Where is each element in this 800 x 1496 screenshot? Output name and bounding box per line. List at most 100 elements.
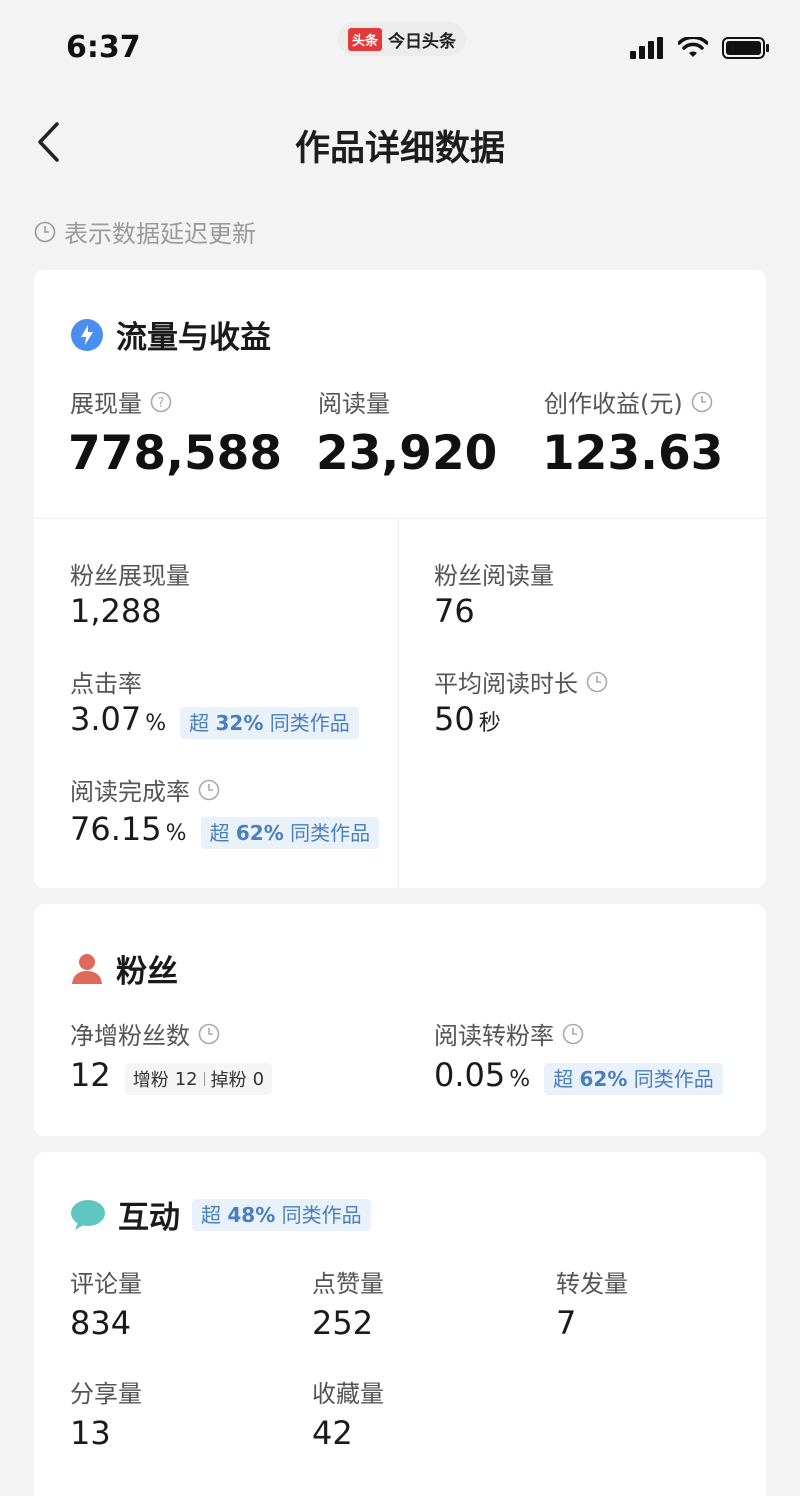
ctr-value: 3.07 xyxy=(70,700,142,738)
likes-value-row: 252 xyxy=(312,1304,373,1342)
delay-note-text: 表示数据延迟更新 xyxy=(64,220,256,248)
person-icon xyxy=(72,953,102,984)
favorites-value: 42 xyxy=(312,1414,353,1452)
app-logo: 头条 xyxy=(348,27,383,51)
impressions-label-row: 展现量 ? xyxy=(70,384,172,419)
traffic-title-row: 流量与收益 xyxy=(70,312,271,357)
avg-read-time-value: 50 xyxy=(434,700,475,738)
interaction-card: 互动 超 48% 同类作品 评论量 834 点赞量 252 转发量 7 分享量 … xyxy=(34,1152,766,1496)
badge-percent: 32% xyxy=(215,711,264,735)
badge-prefix: 超 xyxy=(553,1067,574,1091)
gain-label: 增粉 xyxy=(132,1070,169,1091)
ctr-label: 点击率 xyxy=(70,670,142,698)
status-app-pill: 头条 今日头条 xyxy=(338,22,467,56)
badge-prefix: 超 xyxy=(201,1202,221,1227)
impressions-value: 778,588 xyxy=(68,426,283,481)
clock-icon xyxy=(198,779,220,800)
clock-icon xyxy=(198,1023,220,1044)
completion-label-row: 阅读完成率 xyxy=(70,772,220,807)
likes-label-row: 点赞量 xyxy=(312,1264,384,1299)
divider xyxy=(34,518,766,519)
conversion-label-row: 阅读转粉率 xyxy=(434,1016,584,1051)
gain-value: 12 xyxy=(174,1068,198,1090)
fans-title: 粉丝 xyxy=(116,954,178,990)
badge-prefix: 超 xyxy=(189,711,210,735)
battery-icon xyxy=(722,37,769,59)
earnings-label-row: 创作收益(元) xyxy=(544,384,713,419)
reposts-value-row: 7 xyxy=(556,1304,576,1342)
comments-label-row: 评论量 xyxy=(70,1264,142,1299)
svg-text:?: ? xyxy=(158,396,165,411)
net-growth-value-row: 12 增粉 12 掉粉 0 xyxy=(70,1056,273,1095)
favorites-value-row: 42 xyxy=(312,1414,353,1452)
clock-icon xyxy=(562,1023,584,1044)
traffic-card: 流量与收益 展现量 ? 778,588 阅读量 23,920 创作收益(元) 1… xyxy=(34,270,766,888)
conversion-value: 0.05 xyxy=(434,1056,506,1094)
conversion-value-row: 0.05% 超 62% 同类作品 xyxy=(434,1056,723,1095)
fan-impressions-value: 1,288 xyxy=(70,592,162,630)
fans-title-row: 粉丝 xyxy=(70,946,178,991)
badge-percent: 62% xyxy=(579,1067,628,1091)
completion-badge: 超 62% 同类作品 xyxy=(200,817,380,849)
loss-value: 0 xyxy=(252,1068,265,1090)
shares-label: 分享量 xyxy=(70,1380,142,1408)
reads-label: 阅读量 xyxy=(318,390,390,418)
reads-label-row: 阅读量 xyxy=(318,384,390,419)
net-growth-label-row: 净增粉丝数 xyxy=(70,1016,220,1051)
chevron-left-icon xyxy=(38,122,59,162)
reposts-label: 转发量 xyxy=(556,1270,628,1298)
avg-read-time-label-row: 平均阅读时长 xyxy=(434,664,608,699)
status-bar: 6:37 头条 今日头条 xyxy=(0,0,800,92)
clock-icon xyxy=(691,391,713,412)
comments-label: 评论量 xyxy=(70,1270,142,1298)
shares-value-row: 13 xyxy=(70,1414,111,1452)
fan-impressions-label: 粉丝展现量 xyxy=(70,562,190,590)
chat-bubble-icon xyxy=(71,1199,105,1230)
wifi-icon xyxy=(678,37,708,57)
comments-value-row: 834 xyxy=(70,1304,131,1342)
badge-percent: 48% xyxy=(227,1202,276,1227)
fan-impressions-value-row: 1,288 xyxy=(70,592,162,630)
earnings-label: 创作收益(元) xyxy=(544,390,683,418)
clock-icon xyxy=(586,671,608,692)
avg-read-time-unit: 秒 xyxy=(478,711,501,736)
back-button[interactable] xyxy=(28,118,68,166)
nav-bar: 作品详细数据 xyxy=(0,100,800,184)
earnings-value: 123.63 xyxy=(542,426,724,481)
conversion-unit: % xyxy=(509,1067,531,1092)
app-name: 今日头条 xyxy=(388,31,457,52)
favorites-label-row: 收藏量 xyxy=(312,1374,384,1409)
ctr-unit: % xyxy=(145,711,167,736)
completion-unit: % xyxy=(165,821,187,846)
net-growth-value: 12 xyxy=(70,1056,111,1094)
net-growth-label: 净增粉丝数 xyxy=(70,1022,190,1050)
fan-impressions-label-row: 粉丝展现量 xyxy=(70,556,190,591)
traffic-title: 流量与收益 xyxy=(116,320,271,356)
badge-suffix: 同类作品 xyxy=(633,1067,714,1091)
help-icon[interactable]: ? xyxy=(150,391,172,413)
clock-icon xyxy=(34,221,56,242)
favorites-label: 收藏量 xyxy=(312,1380,384,1408)
status-icons xyxy=(630,36,770,60)
traffic-icon xyxy=(71,318,103,351)
completion-value: 76.15 xyxy=(70,810,162,848)
divider xyxy=(398,518,399,888)
shares-value: 13 xyxy=(70,1414,111,1452)
separator xyxy=(203,1072,205,1086)
ctr-badge: 超 32% 同类作品 xyxy=(180,707,359,739)
signal-icon xyxy=(630,37,663,59)
badge-percent: 62% xyxy=(235,821,284,845)
interaction-title-row: 互动 超 48% 同类作品 xyxy=(70,1192,371,1237)
badge-suffix: 同类作品 xyxy=(290,821,371,845)
fan-reads-value-row: 76 xyxy=(434,592,475,630)
conversion-label: 阅读转粉率 xyxy=(434,1022,554,1050)
conversion-badge: 超 62% 同类作品 xyxy=(544,1063,723,1095)
ctr-value-row: 3.07% 超 32% 同类作品 xyxy=(70,700,359,739)
reposts-value: 7 xyxy=(556,1304,577,1342)
completion-label: 阅读完成率 xyxy=(70,778,190,806)
page-title: 作品详细数据 xyxy=(294,129,505,169)
loss-label: 掉粉 xyxy=(210,1070,247,1091)
fan-reads-value: 76 xyxy=(434,592,475,630)
shares-label-row: 分享量 xyxy=(70,1374,142,1409)
ctr-label-row: 点击率 xyxy=(70,664,142,699)
